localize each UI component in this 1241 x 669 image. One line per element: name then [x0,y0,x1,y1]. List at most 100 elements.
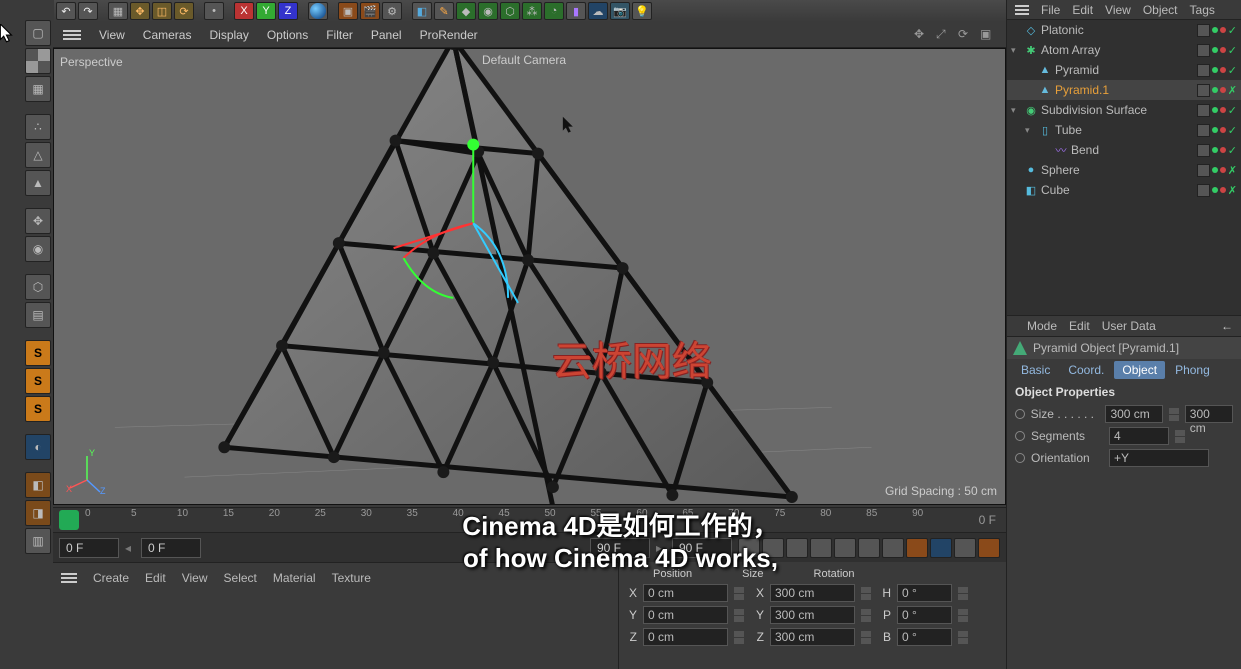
visibility-editor-dot[interactable] [1212,107,1218,113]
tab-basic[interactable]: Basic [1013,361,1058,379]
viewport-solo-button[interactable]: ◉ [25,236,51,262]
axis-y-button[interactable]: Y [256,2,276,20]
range-end-input[interactable]: 90 F [672,538,732,558]
spinner[interactable] [861,631,871,644]
next-frame-button[interactable] [834,538,856,558]
menu-filter[interactable]: Filter [326,28,353,42]
record-button[interactable] [906,538,928,558]
position-input[interactable]: 0 cm [643,606,728,624]
attr-menu-edit[interactable]: Edit [1069,319,1090,333]
go-end-button[interactable] [882,538,904,558]
add-generator-button[interactable]: ◆ [456,2,476,20]
add-spline-button[interactable]: ✎ [434,2,454,20]
visibility-render-dot[interactable] [1220,67,1226,73]
spinner[interactable] [958,587,968,600]
spinner[interactable] [861,587,871,600]
enable-check-icon[interactable]: ✓ [1228,144,1237,157]
misc2-button[interactable]: ◨ [25,500,51,526]
autokey-button[interactable] [930,538,952,558]
obj-menu-view[interactable]: View [1105,3,1131,17]
expand-icon[interactable]: ▾ [1025,125,1035,136]
menu-cameras[interactable]: Cameras [143,28,192,42]
add-deformer-button[interactable]: ▮ [566,2,586,20]
menu-options[interactable]: Options [267,28,308,42]
layer-tag-icon[interactable] [1197,104,1210,117]
enable-snap-button[interactable]: ⬡ [25,274,51,300]
enable-check-icon[interactable]: ✓ [1228,104,1237,117]
prev-key-button[interactable] [762,538,784,558]
visibility-render-dot[interactable] [1220,167,1226,173]
workplane-button[interactable]: ▦ [25,76,51,102]
go-start-button[interactable] [738,538,760,558]
spinner[interactable] [734,631,744,644]
add-instance-button[interactable]: ⁂ [522,2,542,20]
visibility-render-dot[interactable] [1220,87,1226,93]
visibility-render-dot[interactable] [1220,147,1226,153]
size-input-2[interactable]: 300 cm [1185,405,1233,423]
enable-check-icon[interactable]: ✓ [1228,24,1237,37]
anim-dot-icon[interactable] [1015,453,1025,463]
tree-item-platonic[interactable]: ◇ Platonic ✓ [1007,20,1241,40]
coord-system-button[interactable] [308,2,328,20]
obj-menu-object[interactable]: Object [1143,3,1178,17]
viewport-hamburger-icon[interactable] [63,30,81,40]
size-input[interactable]: 300 cm [770,606,855,624]
axis-x-button[interactable]: X [234,2,254,20]
snap-s1-button[interactable]: S [25,340,51,366]
play-button[interactable] [810,538,832,558]
layer-tag-icon[interactable] [1197,64,1210,77]
polygons-mode-button[interactable]: ▲ [25,170,51,196]
layer-tag-icon[interactable] [1197,144,1210,157]
visibility-render-dot[interactable] [1220,127,1226,133]
render-settings-button[interactable]: ⚙ [382,2,402,20]
viewport[interactable]: Perspective Default Camera [53,48,1006,505]
nav-move-icon[interactable]: ✥ [914,27,930,43]
visibility-editor-dot[interactable] [1212,87,1218,93]
size-input[interactable]: 300 cm [1105,405,1163,423]
tree-item-atom-array[interactable]: ▾ ✱ Atom Array ✓ [1007,40,1241,60]
last-tool-button[interactable]: • [204,2,224,20]
mat-texture[interactable]: Texture [332,571,371,585]
frame-start-input[interactable]: 0 F [141,538,201,558]
tree-item-bend[interactable]: 〰 Bend ✓ [1007,140,1241,160]
anim-dot-icon[interactable] [1015,409,1025,419]
visibility-editor-dot[interactable] [1212,187,1218,193]
visibility-render-dot[interactable] [1220,187,1226,193]
menu-prorender[interactable]: ProRender [420,28,478,42]
visibility-editor-dot[interactable] [1212,127,1218,133]
add-array-button[interactable]: ⬡ [500,2,520,20]
obj-menu-file[interactable]: File [1041,3,1060,17]
rotate-tool-button[interactable]: ⟳ [174,2,194,20]
render-view-button[interactable]: ▣ [338,2,358,20]
rotation-input[interactable]: 0 ° [897,606,952,624]
visibility-render-dot[interactable] [1220,27,1226,33]
visibility-editor-dot[interactable] [1212,47,1218,53]
material-hamburger-icon[interactable] [61,573,77,583]
keyopts-button[interactable] [954,538,976,558]
visibility-editor-dot[interactable] [1212,27,1218,33]
visibility-render-dot[interactable] [1220,47,1226,53]
mat-material[interactable]: Material [273,571,316,585]
menu-panel[interactable]: Panel [371,28,402,42]
enable-check-icon[interactable]: ✗ [1228,84,1237,97]
expand-icon[interactable]: ▾ [1011,105,1021,116]
tree-item-sphere[interactable]: ● Sphere ✗ [1007,160,1241,180]
layer-tag-icon[interactable] [1197,184,1210,197]
points-mode-button[interactable]: ∴ [25,114,51,140]
nav-orbit-icon[interactable]: ⟳ [958,27,974,43]
layer-tag-icon[interactable] [1197,24,1210,37]
layer-tag-icon[interactable] [1197,124,1210,137]
visibility-editor-dot[interactable] [1212,167,1218,173]
tree-item-cube[interactable]: ◧ Cube ✗ [1007,180,1241,200]
add-light-button[interactable]: 💡 [632,2,652,20]
move-tool-button[interactable]: ✥ [130,2,150,20]
axis-z-button[interactable]: Z [278,2,298,20]
enable-check-icon[interactable]: ✓ [1228,124,1237,137]
spinner[interactable] [958,631,968,644]
misc3-button[interactable]: ▥ [25,528,51,554]
enable-check-icon[interactable]: ✗ [1228,164,1237,177]
pref-button[interactable] [978,538,1000,558]
layer-tag-icon[interactable] [1197,44,1210,57]
timeline-ruler[interactable]: 051015202530354045505560657075808590 [85,508,969,532]
segments-spinner[interactable] [1175,430,1185,443]
